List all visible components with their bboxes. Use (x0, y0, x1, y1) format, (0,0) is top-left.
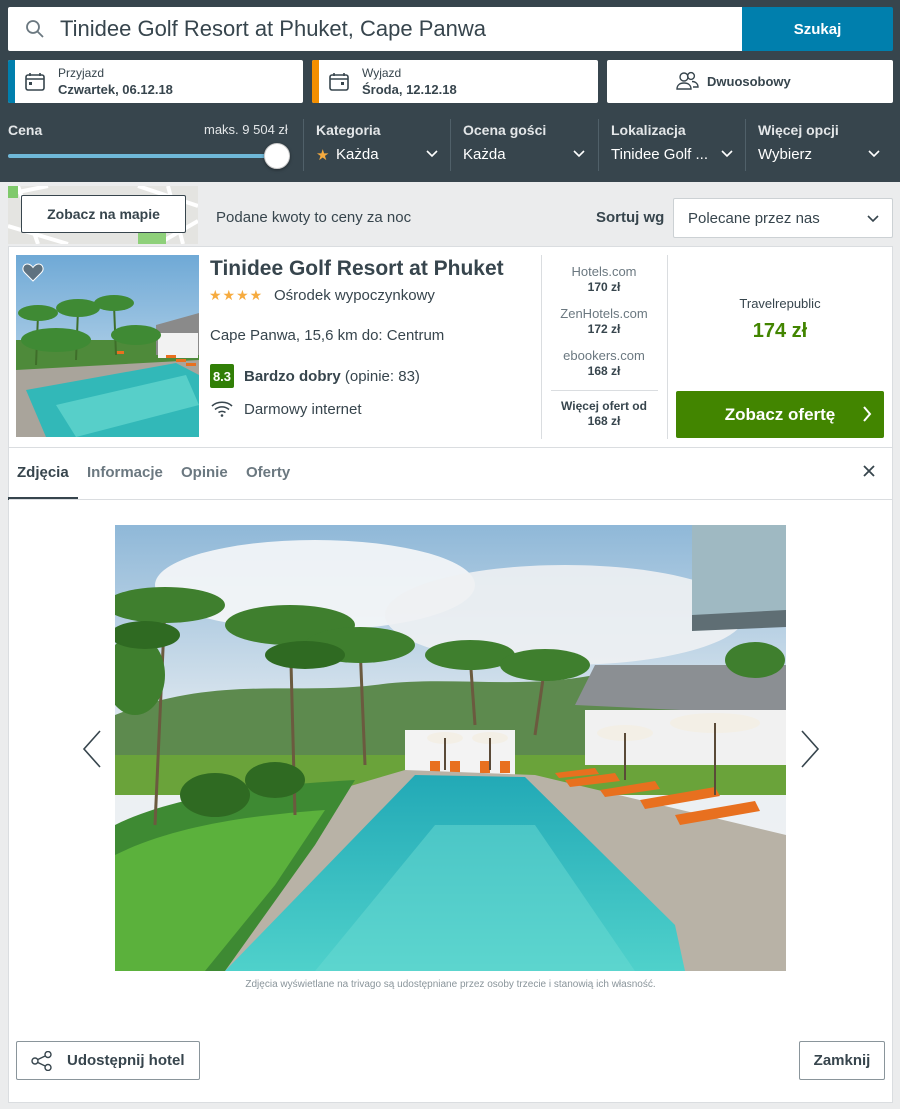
tabs-divider (9, 499, 892, 500)
checkout-field[interactable]: Wyjazd Środa, 12.12.18 (312, 60, 598, 103)
sort-value: Polecane przez nas (688, 210, 820, 227)
calendar-icon (329, 73, 349, 91)
chevron-left-icon[interactable] (82, 730, 102, 768)
gallery-photo (115, 525, 786, 971)
chevron-down-icon (721, 150, 733, 158)
rating-summary[interactable]: Bardzo dobry (opinie: 83) (244, 368, 420, 385)
checkout-value: Środa, 12.12.18 (362, 82, 457, 97)
checkin-field[interactable]: Przyjazd Czwartek, 06.12.18 (8, 60, 303, 103)
checkin-accent (8, 60, 15, 103)
offer-item[interactable]: Hotels.com 170 zł (548, 264, 660, 294)
offer-price: 172 zł (587, 322, 621, 336)
offer-price: 168 zł (587, 364, 621, 378)
filter-divider (745, 119, 746, 171)
close-button[interactable]: Zamknij (799, 1041, 885, 1080)
search-icon (26, 20, 44, 38)
more-options-value: Wybierz (758, 146, 813, 163)
gallery-photo-image (115, 525, 786, 971)
offer-site: ebookers.com (563, 348, 645, 363)
rating-badge[interactable]: 8.3 (210, 364, 234, 388)
close-icon[interactable] (862, 464, 876, 478)
photo-disclaimer: Zdjęcia wyświetlane na trivago są udostę… (245, 979, 656, 990)
tab-photos[interactable]: Zdjęcia (17, 464, 69, 481)
hotel-type: Ośrodek wypoczynkowy (274, 287, 435, 304)
room-type-field[interactable]: Dwuosobowy (607, 60, 893, 103)
more-offers-link[interactable]: Więcej ofert od 168 zł (548, 399, 660, 429)
favorite-heart-icon[interactable] (22, 262, 44, 282)
share-hotel-label: Udostępnij hotel (67, 1052, 185, 1069)
hotel-thumbnail[interactable] (16, 255, 199, 437)
amenity-wifi: Darmowy internet (244, 401, 362, 418)
more-options-label: Więcej opcji (758, 122, 839, 138)
offer-site: ZenHotels.com (560, 306, 648, 321)
filter-divider (450, 119, 451, 171)
more-offers-label: Więcej ofert od (561, 399, 647, 413)
sort-label: Sortuj wg (596, 209, 665, 226)
tab-reviews[interactable]: Opinie (181, 464, 228, 481)
card-divider (9, 447, 892, 448)
search-button[interactable]: Szukaj (742, 7, 893, 51)
price-note: Podane kwoty to ceny za noc (216, 209, 412, 226)
column-divider (541, 255, 542, 439)
share-hotel-button[interactable]: Udostępnij hotel (16, 1041, 200, 1080)
price-slider-handle[interactable] (264, 143, 290, 169)
room-type-label: Dwuosobowy (707, 74, 791, 89)
offer-price: 170 zł (587, 280, 621, 294)
column-divider (667, 255, 668, 439)
share-icon (31, 1051, 52, 1071)
hotel-location[interactable]: Cape Panwa, 15,6 km do: Centrum (210, 327, 444, 344)
filter-divider (303, 119, 304, 171)
best-offer-site: Travelrepublic (739, 296, 821, 311)
more-offers-price: 168 zł (587, 414, 621, 428)
sort-select[interactable]: Polecane przez nas (673, 198, 893, 238)
star-icon: ★ (316, 147, 330, 164)
category-filter-label: Kategoria (316, 122, 381, 138)
offer-item[interactable]: ebookers.com 168 zł (548, 348, 660, 378)
tab-info[interactable]: Informacje (87, 464, 163, 481)
tab-offers[interactable]: Oferty (246, 464, 290, 481)
checkin-value: Czwartek, 06.12.18 (58, 82, 173, 97)
rating-filter-value: Każda (463, 146, 506, 163)
search-input[interactable]: Tinidee Golf Resort at Phuket, Cape Panw… (8, 7, 743, 51)
view-deal-label: Zobacz ofertę (724, 404, 836, 424)
best-offer-price: 174 zł (752, 320, 808, 342)
calendar-icon (25, 73, 45, 91)
hotel-stars: ★★★★ (209, 287, 264, 303)
checkout-label: Wyjazd (362, 66, 402, 80)
filter-divider (598, 119, 599, 171)
wifi-icon (211, 401, 233, 417)
hotel-name[interactable]: Tinidee Golf Resort at Phuket (210, 257, 504, 281)
view-deal-button[interactable]: Zobacz ofertę (676, 391, 884, 438)
location-filter-value: Tinidee Golf ... (611, 146, 708, 163)
rating-label: Bardzo dobry (244, 368, 341, 385)
price-filter-label: Cena (8, 122, 43, 138)
rating-count: (opinie: 83) (344, 368, 420, 385)
show-map-button[interactable]: Zobacz na mapie (21, 195, 186, 233)
chevron-down-icon (573, 150, 585, 158)
checkout-accent (312, 60, 319, 103)
rating-filter-label: Ocena gości (463, 122, 547, 138)
offer-site: Hotels.com (571, 264, 637, 279)
chevron-down-icon (868, 150, 880, 158)
offer-item[interactable]: ZenHotels.com 172 zł (548, 306, 660, 336)
hotel-thumbnail-image (16, 255, 199, 437)
people-icon (676, 71, 699, 90)
price-slider-track[interactable] (8, 154, 278, 158)
chevron-right-icon (863, 406, 872, 422)
chevron-down-icon (867, 215, 879, 223)
price-max-value: maks. 9 504 zł (204, 122, 288, 137)
chevron-right-icon[interactable] (800, 730, 820, 768)
offers-divider (551, 390, 658, 391)
checkin-label: Przyjazd (58, 66, 105, 80)
search-query: Tinidee Golf Resort at Phuket, Cape Panw… (60, 16, 486, 41)
category-filter-value: Każda (336, 146, 379, 163)
location-filter-label: Lokalizacja (611, 122, 686, 138)
chevron-down-icon (426, 150, 438, 158)
